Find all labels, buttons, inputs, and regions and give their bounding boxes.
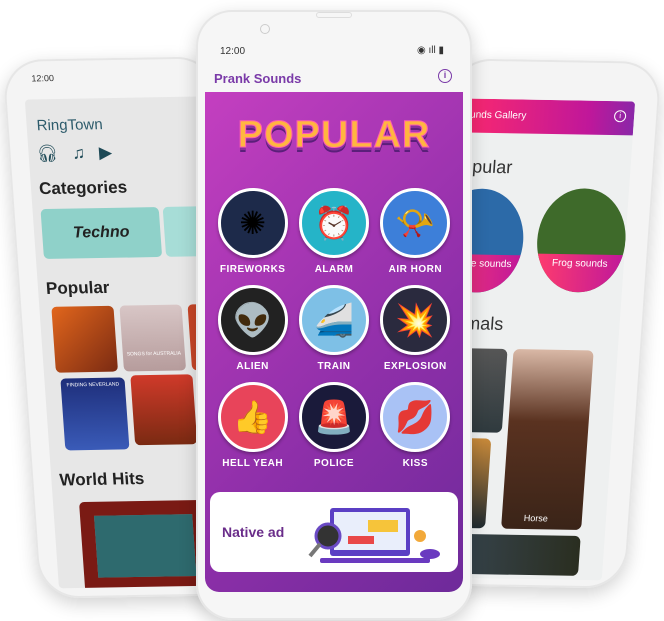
sound-icon: 🚨	[298, 382, 369, 452]
sound-button-police[interactable]: 🚨 POLICE	[293, 382, 374, 469]
popular-item-frog[interactable]: Frog sounds	[533, 187, 630, 294]
status-icons: ◉ ıll ▮	[416, 45, 444, 56]
sound-button-kiss[interactable]: 💋 KISS	[375, 382, 456, 469]
sound-label: ALIEN	[236, 361, 269, 372]
music-note-icon[interactable]: ♫	[72, 143, 86, 163]
sound-label: ALARM	[314, 264, 354, 275]
status-time: 12:00	[31, 73, 55, 84]
app-title: Prank Sounds	[214, 71, 302, 86]
sound-icon: 👍	[217, 382, 288, 452]
animal-tile-horse[interactable]: Horse	[501, 349, 594, 531]
play-store-icon[interactable]: ▶	[98, 143, 112, 163]
sound-button-air-horn[interactable]: 📯 AIR HORN	[375, 188, 456, 275]
sound-label: HELL YEAH	[222, 458, 284, 469]
sound-label: POLICE	[313, 458, 355, 469]
sound-button-train[interactable]: 🚄 TRAIN	[293, 285, 374, 372]
sound-button-alarm[interactable]: ⏰ ALARM	[293, 188, 374, 275]
app-title: RingTown	[36, 116, 104, 135]
sound-button-hell-yeah[interactable]: 👍 HELL YEAH	[212, 382, 293, 469]
sound-icon: 💋	[380, 382, 451, 452]
sound-label: EXPLOSION	[383, 361, 447, 372]
sound-grid: ✺ FIREWORKS ⏰ ALARM 📯 AIR HORN 👽 ALIEN 🚄 TRAIN 💥 EX…	[212, 188, 456, 469]
world-hit-cover[interactable]	[79, 499, 212, 589]
album-cover[interactable]	[51, 305, 119, 373]
album-cover[interactable]	[130, 374, 198, 446]
sound-icon: 👽	[217, 285, 288, 355]
headphones-icon[interactable]: 🎧︎	[36, 144, 59, 164]
speaker-grille	[316, 12, 352, 18]
native-ad[interactable]: Native ad	[210, 492, 458, 572]
sound-button-alien[interactable]: 👽 ALIEN	[212, 285, 293, 372]
category-tile-techno[interactable]: Techno	[40, 207, 163, 260]
status-time: 12:00	[220, 46, 246, 57]
ad-illustration-icon	[308, 508, 440, 563]
sound-button-explosion[interactable]: 💥 EXPLOSION	[375, 285, 456, 372]
sound-button-fireworks[interactable]: ✺ FIREWORKS	[212, 188, 293, 275]
sound-icon: 💥	[380, 285, 451, 355]
popular-heading: Popular	[45, 277, 111, 298]
sound-icon: 📯	[380, 188, 451, 258]
prank-screen: POPULAR ✺ FIREWORKS ⏰ ALARM 📯 AIR HORN 👽 ALIEN 🚄…	[205, 92, 463, 592]
sound-label: TRAIN	[317, 361, 351, 372]
camera-lens	[260, 24, 270, 34]
info-icon[interactable]: i	[438, 69, 452, 83]
info-icon[interactable]: i	[613, 110, 627, 123]
sound-label: AIR HORN	[388, 264, 443, 275]
sound-label: FIREWORKS	[219, 264, 286, 275]
sound-icon: 🚄	[298, 285, 369, 355]
world-hits-heading: World Hits	[58, 469, 145, 490]
album-cover[interactable]: FINDING NEVERLAND	[60, 377, 130, 451]
ad-label: Native ad	[222, 524, 285, 540]
sound-icon: ✺	[217, 188, 288, 258]
gallery-app-bar: Sounds Gallery i	[452, 98, 636, 136]
sound-icon: ⏰	[298, 188, 369, 258]
popular-banner: POPULAR	[237, 114, 431, 157]
sound-label: KISS	[402, 458, 428, 469]
album-cover[interactable]: SONGS for AUSTRALIA	[119, 304, 187, 372]
phone-prank-sounds: 12:00 ◉ ıll ▮ Prank Sounds i POPULAR ✺ FI…	[196, 10, 472, 620]
categories-heading: Categories	[38, 177, 128, 199]
